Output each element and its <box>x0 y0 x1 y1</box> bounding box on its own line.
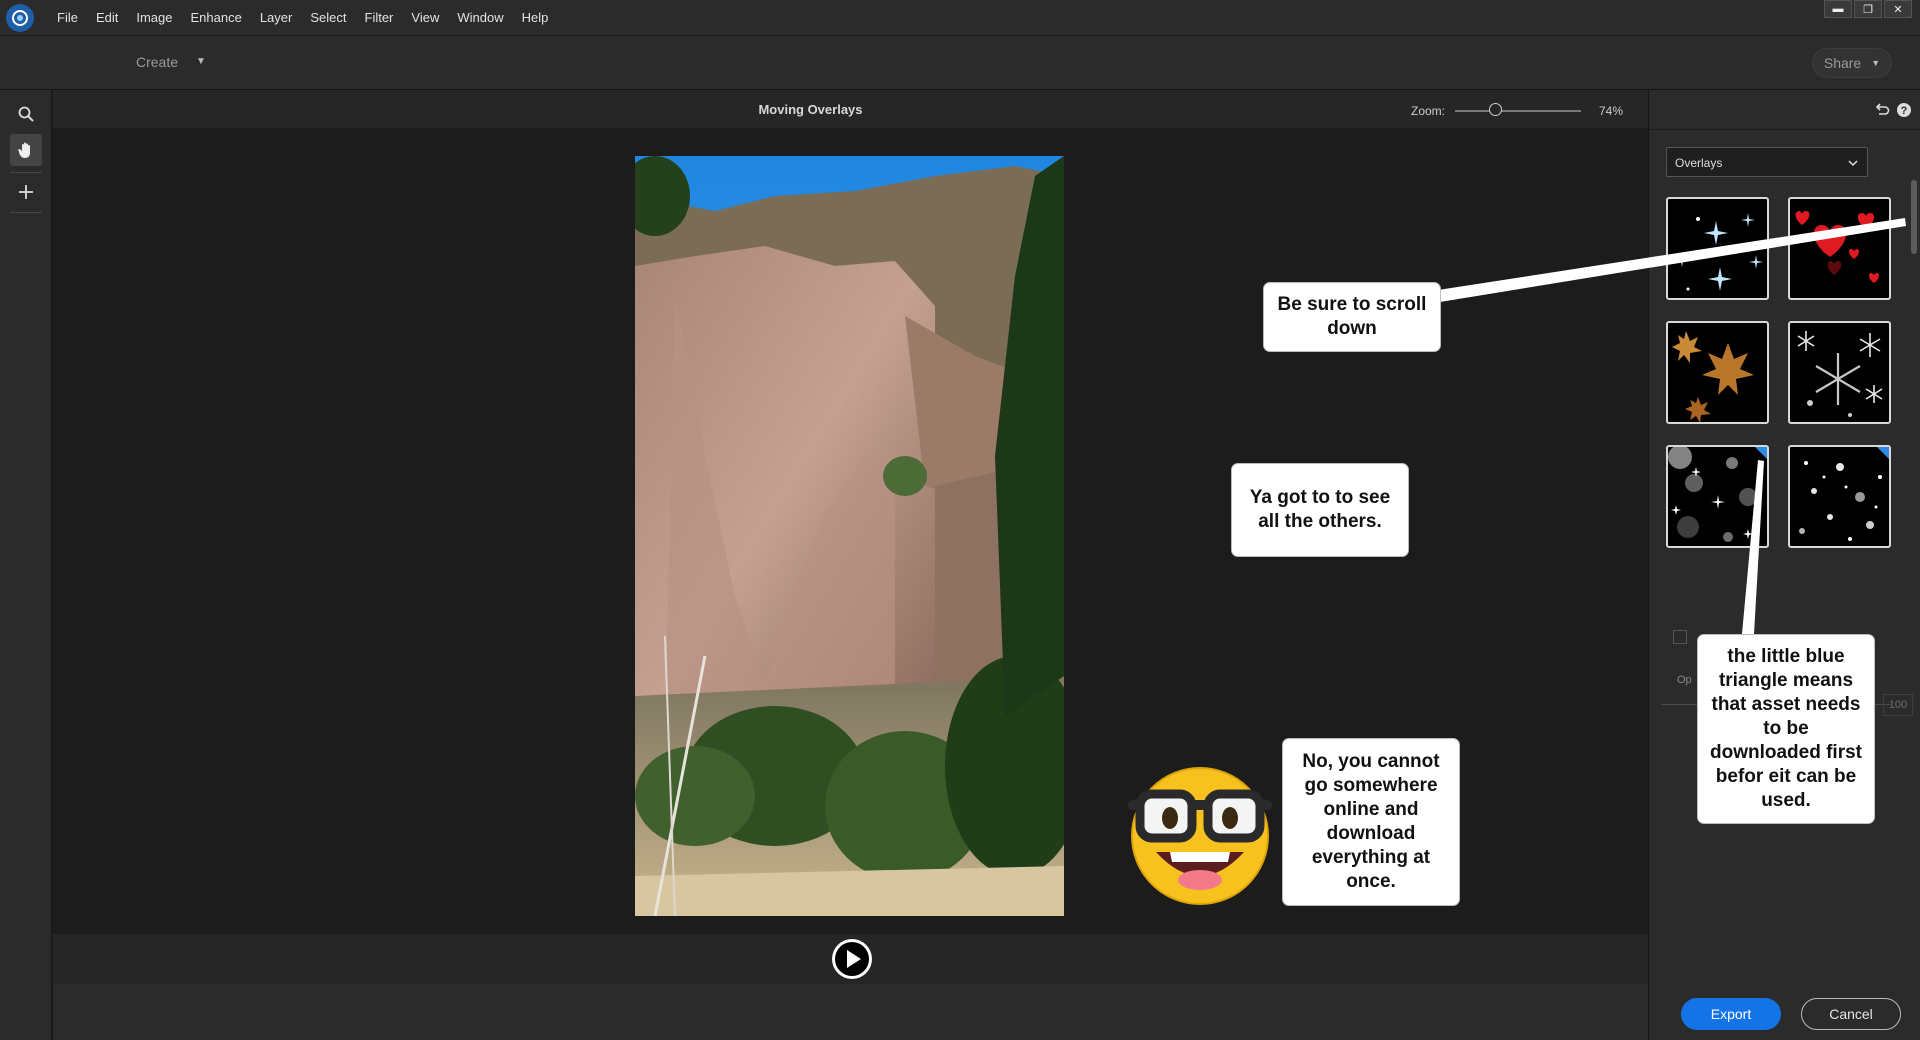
opacity-value[interactable]: 100 <box>1883 694 1913 716</box>
playback-bar <box>53 934 1648 984</box>
snowflakes-overlay[interactable] <box>1788 321 1891 424</box>
overlay-category-select[interactable]: Overlays <box>1666 147 1868 177</box>
zoom-label: Zoom: <box>1411 104 1446 118</box>
hand-tool[interactable] <box>10 134 42 166</box>
restore-button[interactable]: ❐ <box>1854 0 1882 18</box>
cancel-button[interactable]: Cancel <box>1801 998 1901 1030</box>
menu-view[interactable]: View <box>402 10 448 25</box>
zoom-slider-handle[interactable] <box>1489 103 1502 116</box>
play-button[interactable] <box>832 939 872 979</box>
overlays-panel: ? Overlays Op 100 Export Cancel <box>1648 90 1920 1040</box>
snowfall-overlay[interactable] <box>1788 445 1891 548</box>
hand-icon <box>18 142 30 158</box>
app-logo-icon <box>6 3 34 32</box>
plus-icon <box>19 185 33 199</box>
menu-file[interactable]: File <box>48 10 87 25</box>
category-value: Overlays <box>1675 156 1723 170</box>
create-menu[interactable]: Create <box>136 54 178 70</box>
callout-cannot-download: No, you cannot go somewhere online and d… <box>1282 738 1460 906</box>
tool-divider <box>10 172 42 173</box>
zoom-tool[interactable] <box>10 98 42 130</box>
bottom-strip <box>53 984 1648 1040</box>
download-triangle-icon <box>1877 447 1889 459</box>
document-title-bar: Moving Overlays Zoom: 74% <box>53 90 1648 128</box>
opacity-label: Op <box>1677 674 1692 686</box>
tool-bar <box>0 90 52 1040</box>
sparkles-overlay[interactable] <box>1666 197 1769 300</box>
help-icon[interactable]: ? <box>1895 101 1913 119</box>
menu-image[interactable]: Image <box>127 10 181 25</box>
reset-icon[interactable] <box>1873 101 1891 119</box>
panel-scrollbar[interactable] <box>1911 180 1917 254</box>
share-chevron-down-icon: ▼ <box>1871 58 1881 68</box>
tool-divider <box>10 212 42 213</box>
zoom-value: 74% <box>1599 104 1624 118</box>
share-button[interactable]: Share ▼ <box>1812 48 1892 78</box>
menu-select[interactable]: Select <box>301 10 355 25</box>
play-icon <box>835 942 869 976</box>
hearts-overlay[interactable] <box>1788 197 1891 300</box>
download-triangle-icon <box>1755 447 1767 459</box>
move-tool[interactable] <box>10 176 42 208</box>
panel-header: ? <box>1649 90 1920 130</box>
callout-see-others: Ya got to to see all the others. <box>1231 463 1409 557</box>
autumn-leaves-overlay[interactable] <box>1666 321 1769 424</box>
export-button[interactable]: Export <box>1681 998 1781 1030</box>
menu-window[interactable]: Window <box>448 10 512 25</box>
nerd-face-icon <box>1128 767 1272 905</box>
bokeh-sparkles-overlay[interactable] <box>1666 445 1769 548</box>
top-bar: Create ▼ Share ▼ <box>0 36 1920 90</box>
window-controls: ▬ ❐ ✕ <box>1824 0 1912 18</box>
menu-enhance[interactable]: Enhance <box>182 10 251 25</box>
share-label: Share <box>1823 55 1862 71</box>
menu-edit[interactable]: Edit <box>87 10 127 25</box>
document-title: Moving Overlays <box>758 102 863 117</box>
preview-photo <box>635 156 1064 916</box>
chevron-down-icon <box>1848 160 1858 167</box>
search-icon <box>18 106 34 122</box>
menu-help[interactable]: Help <box>513 10 558 25</box>
create-chevron-down-icon[interactable]: ▼ <box>196 56 206 67</box>
minimize-button[interactable]: ▬ <box>1824 0 1852 18</box>
callout-blue-triangle: the little blue triangle means that asse… <box>1697 634 1875 824</box>
close-button[interactable]: ✕ <box>1884 0 1912 18</box>
overlay-checkbox[interactable] <box>1673 630 1687 644</box>
callout-scroll-down: Be sure to scroll down <box>1263 282 1441 352</box>
menu-filter[interactable]: Filter <box>356 10 403 25</box>
menu-bar: File Edit Image Enhance Layer Select Fil… <box>0 0 1920 36</box>
svg-text:?: ? <box>1901 105 1908 117</box>
zoom-slider-track[interactable] <box>1455 110 1581 112</box>
menu-layer[interactable]: Layer <box>251 10 302 25</box>
